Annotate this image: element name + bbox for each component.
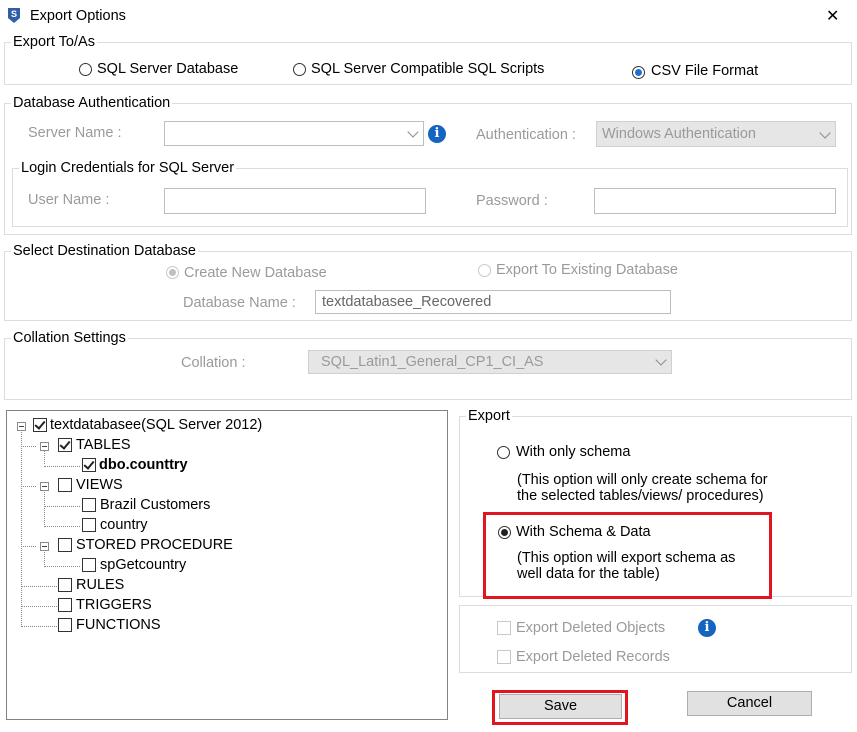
checkbox-export-deleted-records[interactable] (497, 650, 511, 664)
object-tree-panel (6, 410, 448, 720)
app-logo-icon: S (6, 6, 22, 24)
checkbox-views[interactable] (58, 478, 72, 492)
label-export-deleted-objects[interactable]: Export Deleted Objects (516, 620, 665, 636)
export-legend: Export (468, 408, 510, 424)
database-name-field[interactable]: textdatabasee_Recovered (315, 290, 671, 314)
checkbox-tables[interactable] (58, 438, 72, 452)
database-name-value: textdatabasee_Recovered (322, 294, 492, 310)
chevron-down-icon (407, 126, 419, 138)
radio-schema-data[interactable] (498, 526, 511, 539)
authentication-label: Authentication : (476, 127, 576, 143)
collation-value: SQL_Latin1_General_CP1_CI_AS (321, 354, 544, 370)
login-legend: Login Credentials for SQL Server (21, 160, 235, 176)
save-button[interactable]: Save (499, 694, 622, 719)
collation-label: Collation : (181, 355, 246, 371)
checkbox-view-item-2[interactable] (82, 518, 96, 532)
collation-combo[interactable]: SQL_Latin1_General_CP1_CI_AS (308, 350, 672, 374)
chevron-down-icon (655, 354, 667, 366)
authentication-combo[interactable]: Windows Authentication (596, 121, 836, 147)
radio-export-existing[interactable] (478, 264, 491, 277)
radio-schema-only[interactable] (497, 446, 510, 459)
tree-view-item-2-label[interactable]: country (100, 517, 148, 533)
svg-text:S: S (11, 9, 17, 19)
checkbox-root[interactable] (33, 418, 47, 432)
radio-sql-scripts[interactable] (293, 63, 306, 76)
info-icon[interactable]: i (698, 619, 716, 637)
database-name-label: Database Name : (183, 295, 296, 311)
label-sql-server-database[interactable]: SQL Server Database (97, 61, 238, 77)
collapse-root-icon[interactable] (17, 422, 26, 431)
radio-sql-server-database[interactable] (79, 63, 92, 76)
tree-functions-label[interactable]: FUNCTIONS (76, 617, 161, 633)
tree-tables-label[interactable]: TABLES (76, 437, 131, 453)
chevron-down-icon (819, 127, 831, 139)
radio-csv-file-format[interactable] (632, 66, 645, 79)
tree-view-item-1-label[interactable]: Brazil Customers (100, 497, 210, 513)
label-schema-data[interactable]: With Schema & Data (516, 524, 651, 540)
schema-data-desc-1: (This option will export schema as (517, 550, 736, 566)
tree-views-label[interactable]: VIEWS (76, 477, 123, 493)
export-to-legend: Export To/As (13, 34, 95, 50)
radio-create-new-database[interactable] (166, 266, 179, 279)
label-schema-only[interactable]: With only schema (516, 444, 630, 460)
collapse-stored-procedure-icon[interactable] (40, 542, 49, 551)
destination-legend: Select Destination Database (13, 243, 196, 259)
server-name-label: Server Name : (28, 125, 122, 141)
window-title: Export Options (30, 8, 126, 24)
authentication-value: Windows Authentication (602, 126, 756, 142)
password-field[interactable] (594, 188, 836, 214)
collation-legend: Collation Settings (13, 330, 126, 346)
checkbox-view-item-1[interactable] (82, 498, 96, 512)
info-icon[interactable]: i (428, 125, 446, 143)
collapse-views-icon[interactable] (40, 482, 49, 491)
tree-root-label[interactable]: textdatabasee(SQL Server 2012) (50, 417, 262, 433)
checkbox-table-item[interactable] (82, 458, 96, 472)
checkbox-functions[interactable] (58, 618, 72, 632)
checkbox-export-deleted-objects[interactable] (497, 621, 511, 635)
checkbox-stored-procedure[interactable] (58, 538, 72, 552)
collapse-tables-icon[interactable] (40, 442, 49, 451)
tree-sp-item-label[interactable]: spGetcountry (100, 557, 186, 573)
checkbox-triggers[interactable] (58, 598, 72, 612)
cancel-button[interactable]: Cancel (687, 691, 812, 716)
label-export-deleted-records[interactable]: Export Deleted Records (516, 649, 670, 665)
user-name-label: User Name : (28, 192, 110, 208)
checkbox-sp-item[interactable] (82, 558, 96, 572)
label-sql-scripts[interactable]: SQL Server Compatible SQL Scripts (311, 61, 544, 77)
schema-only-desc-1: (This option will only create schema for (517, 472, 768, 488)
tree-stored-procedure-label[interactable]: STORED PROCEDURE (76, 537, 233, 553)
tree-rules-label[interactable]: RULES (76, 577, 124, 593)
close-icon[interactable]: ✕ (826, 6, 839, 26)
label-csv-file-format[interactable]: CSV File Format (651, 63, 758, 79)
label-create-new-database[interactable]: Create New Database (184, 265, 327, 281)
password-label: Password : (476, 193, 548, 209)
tree-triggers-label[interactable]: TRIGGERS (76, 597, 152, 613)
schema-data-desc-2: well data for the table) (517, 566, 660, 582)
tree-table-item-label[interactable]: dbo.counttry (99, 457, 188, 473)
db-auth-legend: Database Authentication (13, 95, 171, 111)
server-name-combo[interactable] (164, 121, 424, 146)
checkbox-rules[interactable] (58, 578, 72, 592)
user-name-field[interactable] (164, 188, 426, 214)
label-export-existing[interactable]: Export To Existing Database (496, 262, 678, 278)
schema-only-desc-2: the selected tables/views/ procedures) (517, 488, 764, 504)
